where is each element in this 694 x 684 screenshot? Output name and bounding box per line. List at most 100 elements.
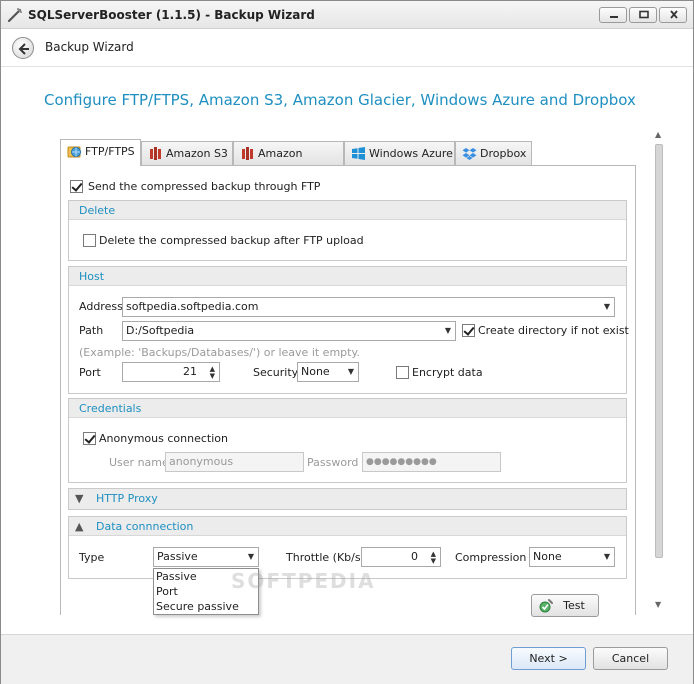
anonymous-connection-checkbox[interactable] [83,432,96,445]
type-select[interactable]: Passive ▼ [153,547,259,567]
username-value: anonymous [169,455,234,468]
close-icon [670,10,678,19]
tab-windows-azure[interactable]: Windows Azure [344,141,455,165]
create-directory-label: Create directory if not exist [478,324,629,337]
spin-down-icon[interactable]: ▼ [431,558,436,565]
compression-value: None [533,550,562,563]
host-group-header: Host [69,267,626,286]
security-label: Security [253,366,299,379]
next-label: Next > [529,652,568,665]
windows-icon [352,147,365,160]
credentials-group-title: Credentials [79,402,142,415]
tab-amazon-glacier[interactable]: Amazon Glacier [233,141,344,183]
wizard-header: Backup Wizard [1,29,693,67]
back-arrow-icon [18,43,29,55]
path-label: Path [79,324,104,337]
header-title: Backup Wizard [45,40,134,54]
create-directory-checkbox[interactable] [462,324,475,337]
chevron-down-icon[interactable]: ▼ [248,552,254,561]
password-label: Password [307,456,359,469]
send-ftp-label: Send the compressed backup through FTP [88,180,321,193]
cancel-button[interactable]: Cancel [593,647,668,670]
maximize-button[interactable] [629,7,657,23]
data-connection-title: Data connnection [96,520,194,533]
path-combo[interactable]: D:/Softpedia ▼ [122,321,456,341]
ftp-globe-icon [67,146,81,158]
throttle-label: Throttle (Kb/s) [286,551,365,564]
address-combo[interactable]: softpedia.softpedia.com ▼ [122,297,615,317]
address-label: Address [79,300,123,313]
tab-dropbox-label: Dropbox [480,147,527,160]
data-connection-group-header[interactable]: ▲ Data connnection [69,517,626,536]
amazon-icon [242,147,253,160]
test-button[interactable]: Test [531,594,599,617]
spin-down-icon[interactable]: ▼ [210,373,215,380]
chevron-down-icon[interactable]: ▼ [445,326,451,335]
chevron-down-icon[interactable]: ▼ [75,492,83,505]
security-select[interactable]: None ▼ [297,362,359,382]
type-option-secure-passive[interactable]: Secure passive [154,599,258,614]
path-hint: (Example: 'Backups/Databases/') or leave… [79,346,360,359]
port-label: Port [79,366,101,379]
delete-after-upload-label: Delete the compressed backup after FTP u… [99,234,364,247]
compression-select[interactable]: None ▼ [529,547,615,567]
delete-group-header: Delete [69,201,626,220]
dropbox-icon [462,148,477,160]
wizard-window: SQLServerBooster (1.1.5) - Backup Wizard… [0,0,694,684]
address-value: softpedia.softpedia.com [126,300,259,313]
page-title: Configure FTP/FTPS, Amazon S3, Amazon Gl… [44,91,636,109]
type-label: Type [79,551,105,564]
send-ftp-checkbox[interactable] [70,180,83,193]
tab-dropbox[interactable]: Dropbox [455,141,532,165]
minimize-icon [610,16,618,18]
watermark: SOFTPEDIA [231,569,376,593]
cancel-label: Cancel [611,652,650,665]
chevron-down-icon[interactable]: ▼ [604,302,610,311]
compression-label: Compression [455,551,527,564]
throttle-stepper[interactable]: 0 ▲ ▼ [361,547,441,567]
security-value: None [301,365,330,378]
http-proxy-group[interactable]: ▼ HTTP Proxy [68,488,627,510]
wizard-footer: Next > Cancel [1,634,693,684]
tab-amazon-s3[interactable]: Amazon S3 [141,141,233,165]
delete-group: Delete [68,200,627,261]
tab-windows-azure-label: Windows Azure [369,147,453,160]
type-value: Passive [157,550,198,563]
chevron-down-icon[interactable]: ▼ [604,552,610,561]
tab-amazon-s3-label: Amazon S3 [166,147,228,160]
maximize-icon [639,10,649,19]
password-value: ●●●●●●●●● [366,457,437,467]
credentials-group-header: Credentials [69,399,626,418]
close-button[interactable] [659,7,687,23]
app-icon [7,8,22,23]
chevron-down-icon[interactable]: ▼ [348,367,354,376]
http-proxy-title: HTTP Proxy [96,492,158,505]
delete-group-title: Delete [79,204,116,217]
path-value: D:/Softpedia [126,324,195,337]
minimize-button[interactable] [599,7,627,23]
encrypt-data-label: Encrypt data [412,366,483,379]
anonymous-connection-label: Anonymous connection [99,432,228,445]
vertical-scrollbar[interactable]: ▲ ▼ [652,128,666,613]
port-value: 21 [183,365,197,378]
host-group-title: Host [79,270,105,283]
chevron-up-icon[interactable]: ▲ [75,520,83,533]
title-bar[interactable]: SQLServerBooster (1.1.5) - Backup Wizard [1,1,693,29]
scroll-down-icon[interactable]: ▼ [655,600,661,609]
scrollbar-thumb[interactable] [655,144,663,558]
throttle-value: 0 [411,550,418,563]
scroll-up-icon[interactable]: ▲ [655,130,661,139]
next-button[interactable]: Next > [511,647,586,670]
tab-ftp-label: FTP/FTPS [85,145,135,158]
encrypt-data-checkbox[interactable] [396,366,409,379]
username-label: User name [109,456,169,469]
password-input[interactable]: ●●●●●●●●● [362,452,501,472]
tab-ftp-ftps[interactable]: FTP/FTPS [60,139,141,166]
back-button[interactable] [12,37,34,59]
amazon-icon [150,147,161,160]
port-stepper[interactable]: 21 ▲ ▼ [122,362,220,382]
delete-after-upload-checkbox[interactable] [83,234,96,247]
test-label: Test [563,599,585,612]
username-input[interactable]: anonymous [165,452,304,472]
http-proxy-group-header[interactable]: ▼ HTTP Proxy [69,489,626,509]
